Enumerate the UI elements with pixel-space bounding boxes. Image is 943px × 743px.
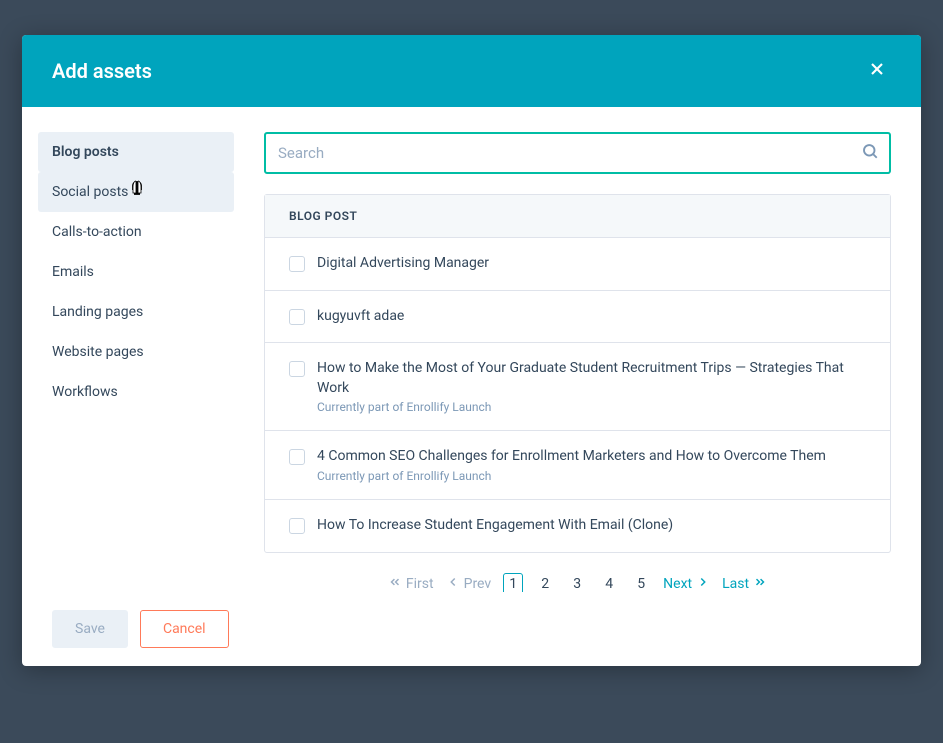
- row-title: kugyuvft adae: [317, 307, 866, 327]
- modal-footer: Save Cancel: [22, 592, 921, 666]
- row-checkbox[interactable]: [289, 256, 305, 272]
- page-number-4[interactable]: 4: [599, 574, 619, 592]
- page-number-3[interactable]: 3: [567, 574, 587, 592]
- row-checkbox[interactable]: [289, 309, 305, 325]
- row-title: How To Increase Student Engagement With …: [317, 516, 866, 536]
- modal-title: Add assets: [52, 59, 152, 83]
- row-checkbox[interactable]: [289, 518, 305, 534]
- row-title: Digital Advertising Manager: [317, 254, 866, 274]
- sidebar-item-social-posts[interactable]: Social posts: [38, 172, 234, 212]
- cancel-button[interactable]: Cancel: [140, 610, 229, 648]
- chevron-right-icon: [696, 575, 710, 592]
- row-checkbox[interactable]: [289, 449, 305, 465]
- table-row[interactable]: How To Increase Student Engagement With …: [265, 500, 890, 552]
- pagination-prev[interactable]: Prev: [446, 575, 492, 592]
- page-number-5[interactable]: 5: [631, 574, 651, 592]
- sidebar-item-emails[interactable]: Emails: [38, 252, 234, 292]
- save-button[interactable]: Save: [52, 610, 128, 648]
- pagination-next[interactable]: Next: [663, 575, 710, 592]
- page-number-1[interactable]: 1: [503, 573, 523, 592]
- chevron-double-right-icon: [753, 575, 767, 592]
- search-wrapper: [264, 132, 891, 174]
- table-row[interactable]: kugyuvft adae: [265, 291, 890, 344]
- main-content: BLOG POST Digital Advertising Manager ku…: [264, 132, 891, 592]
- table-header: BLOG POST: [265, 195, 890, 238]
- close-button[interactable]: [863, 55, 891, 87]
- table-row[interactable]: Digital Advertising Manager: [265, 238, 890, 291]
- row-subtitle: Currently part of Enrollify Launch: [317, 469, 866, 483]
- sidebar-item-workflows[interactable]: Workflows: [38, 372, 234, 412]
- search-input[interactable]: [264, 132, 891, 174]
- table-row[interactable]: How to Make the Most of Your Graduate St…: [265, 343, 890, 431]
- row-checkbox[interactable]: [289, 361, 305, 377]
- page-number-2[interactable]: 2: [535, 574, 555, 592]
- sidebar: Blog posts Social posts Calls-to-action …: [38, 132, 234, 592]
- sidebar-item-calls-to-action[interactable]: Calls-to-action: [38, 212, 234, 252]
- add-assets-modal: Add assets Blog posts Social posts Calls…: [22, 35, 921, 666]
- pagination-first[interactable]: First: [388, 575, 434, 592]
- row-title: How to Make the Most of Your Graduate St…: [317, 359, 866, 398]
- close-icon: [867, 68, 887, 83]
- row-title: 4 Common SEO Challenges for Enrollment M…: [317, 447, 866, 467]
- sidebar-item-landing-pages[interactable]: Landing pages: [38, 292, 234, 332]
- chevron-left-icon: [446, 575, 460, 592]
- sidebar-item-blog-posts[interactable]: Blog posts: [38, 132, 234, 172]
- modal-body: Blog posts Social posts Calls-to-action …: [22, 107, 921, 592]
- table-row[interactable]: 4 Common SEO Challenges for Enrollment M…: [265, 431, 890, 500]
- search-icon: [861, 142, 879, 164]
- pagination-last[interactable]: Last: [722, 575, 767, 592]
- chevron-double-left-icon: [388, 575, 402, 592]
- blog-post-table: BLOG POST Digital Advertising Manager ku…: [264, 194, 891, 553]
- sidebar-item-website-pages[interactable]: Website pages: [38, 332, 234, 372]
- pagination: First Prev 1 2 3 4 5 Next: [264, 553, 891, 592]
- modal-header: Add assets: [22, 35, 921, 107]
- row-subtitle: Currently part of Enrollify Launch: [317, 400, 866, 414]
